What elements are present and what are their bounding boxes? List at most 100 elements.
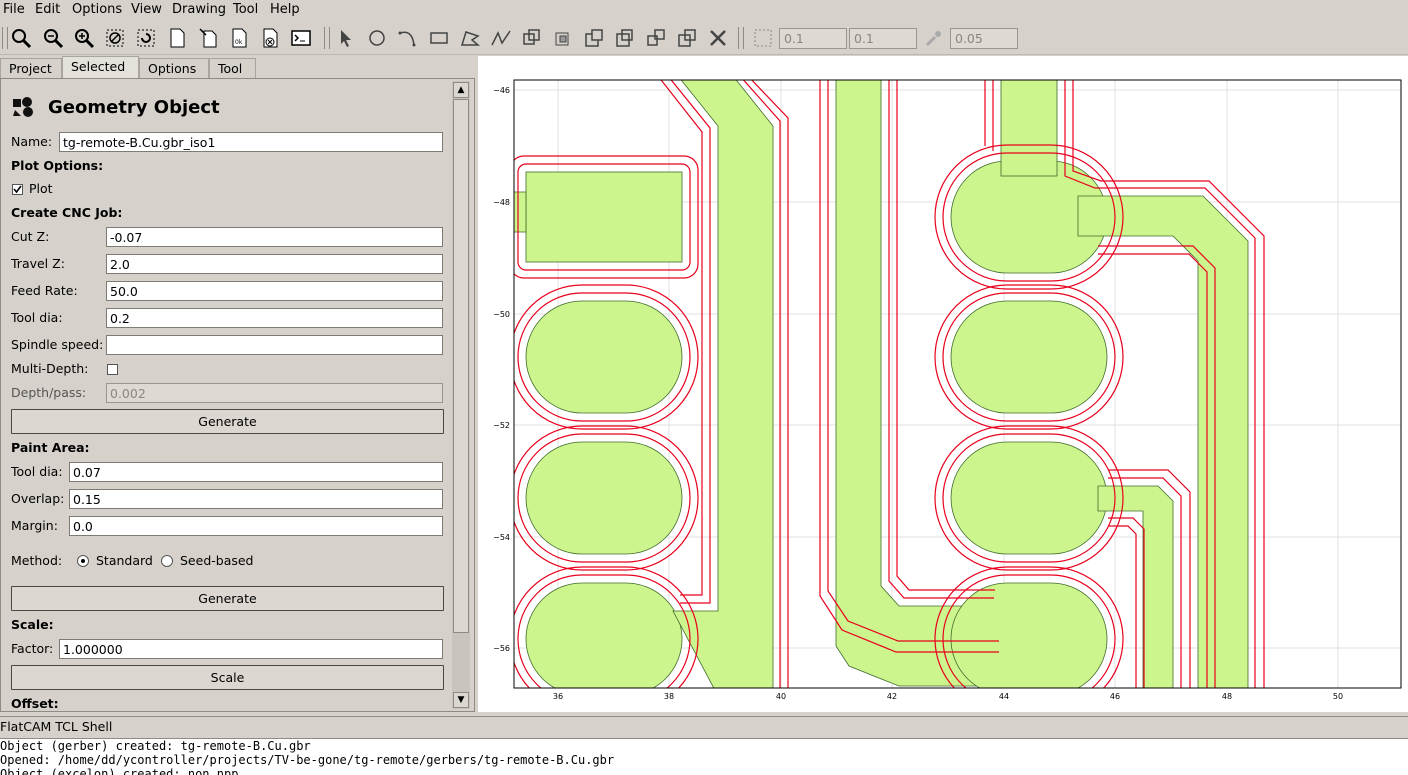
overlap-label: Overlap: — [11, 491, 65, 506]
y-tick-label: −52 — [493, 421, 510, 430]
move-icon[interactable] — [674, 25, 700, 51]
zoom-in-icon[interactable] — [71, 25, 97, 51]
copper-trace — [1000, 80, 1058, 177]
depth-pass-label: Depth/pass: — [11, 385, 87, 400]
cut-shape-icon[interactable] — [612, 25, 638, 51]
snap-corner-icon[interactable] — [921, 25, 947, 51]
feed-rate-field[interactable]: 50.0 — [106, 281, 443, 301]
overlap-field[interactable]: 0.15 — [69, 489, 443, 509]
grid-x-input[interactable] — [779, 28, 847, 49]
polygon-tool-icon[interactable] — [457, 25, 483, 51]
tab-selected[interactable]: Selected — [62, 56, 139, 78]
plot-checkbox[interactable] — [12, 184, 23, 195]
scale-button[interactable]: Scale — [11, 665, 444, 690]
menu-tool[interactable]: Tool — [233, 2, 258, 17]
method-standard-radio[interactable] — [77, 555, 89, 567]
arc-tool-icon[interactable] — [395, 25, 421, 51]
menu-edit[interactable]: Edit — [35, 2, 60, 17]
plot-canvas[interactable]: 36 38 40 42 44 46 48 50 −46 −48 −50 −52 … — [478, 56, 1408, 712]
buffer-icon[interactable] — [643, 25, 669, 51]
x-tick-label: 42 — [887, 692, 897, 701]
replot-icon[interactable] — [133, 25, 159, 51]
generate-paint-button[interactable]: Generate — [11, 586, 444, 611]
x-tick-label: 48 — [1222, 692, 1232, 701]
x-tick-label: 36 — [553, 692, 563, 701]
scroll-up-icon[interactable]: ▲ — [453, 82, 469, 98]
menu-drawing[interactable]: Drawing — [172, 2, 226, 17]
svg-text:0k: 0k — [235, 39, 243, 46]
offset-heading: Offset: — [11, 696, 59, 709]
cutz-label: Cut Z: — [11, 229, 50, 244]
intersection-icon[interactable] — [550, 25, 576, 51]
paint-area-heading: Paint Area: — [11, 440, 90, 455]
cutz-field[interactable]: -0.07 — [106, 227, 443, 247]
zoom-out-icon[interactable] — [40, 25, 66, 51]
tab-tool[interactable]: Tool — [209, 58, 256, 78]
tab-project[interactable]: Project — [0, 58, 62, 78]
name-field[interactable]: tg-remote-B.Cu.gbr_iso1 — [59, 132, 443, 152]
menu-options[interactable]: Options — [72, 2, 122, 17]
zoom-fit-icon[interactable] — [8, 25, 34, 51]
paint-tool-dia-label: Tool dia: — [11, 464, 63, 479]
paint-tool-dia-field[interactable]: 0.07 — [69, 462, 443, 482]
plot-options-heading: Plot Options: — [11, 158, 104, 173]
toolbar: 0k — [0, 21, 1408, 55]
scroll-thumb[interactable] — [453, 99, 469, 633]
menu-help[interactable]: Help — [270, 2, 300, 17]
snap-grid-icon[interactable] — [750, 25, 776, 51]
margin-field[interactable]: 0.0 — [69, 516, 443, 536]
y-tick-label: −50 — [493, 310, 510, 319]
x-tick-label: 46 — [1110, 692, 1120, 701]
copper-pad-oval — [950, 582, 1108, 688]
generate-cnc-button[interactable]: Generate — [11, 409, 444, 434]
selected-panel: Geometry Object Name: tg-remote-B.Cu.gbr… — [0, 78, 475, 712]
snap-max-input[interactable] — [950, 28, 1018, 49]
tool-dia-field[interactable]: 0.2 — [106, 308, 443, 328]
travelz-field[interactable]: 2.0 — [106, 254, 443, 274]
method-seed-radio[interactable] — [161, 555, 173, 567]
shell-icon[interactable] — [288, 25, 314, 51]
scroll-down-icon[interactable]: ▼ — [453, 692, 469, 708]
x-tick-label: 50 — [1333, 692, 1343, 701]
copper-pad-oval — [525, 441, 683, 555]
new-geometry-icon[interactable] — [195, 25, 221, 51]
delete-shape-icon[interactable] — [705, 25, 731, 51]
y-tick-label: −48 — [493, 198, 510, 207]
spindle-speed-field[interactable] — [106, 335, 443, 355]
multi-depth-label: Multi-Depth: — [11, 361, 89, 376]
clear-plot-icon[interactable] — [102, 25, 128, 51]
select-arrow-icon[interactable] — [333, 25, 359, 51]
scale-heading: Scale: — [11, 617, 54, 632]
method-label: Method: — [11, 553, 63, 568]
panel-scrollbar[interactable]: ▲ ▼ — [452, 81, 470, 709]
copper-trace — [514, 191, 527, 233]
new-file-icon[interactable] — [164, 25, 190, 51]
shell-title: FlatCAM TCL Shell — [0, 719, 1408, 737]
x-tick-label: 44 — [999, 692, 1009, 701]
menu-view[interactable]: View — [131, 2, 162, 17]
name-label: Name: — [11, 134, 53, 149]
subtract-icon[interactable] — [581, 25, 607, 51]
depth-pass-field[interactable]: 0.002 — [106, 383, 443, 403]
create-cnc-heading: Create CNC Job: — [11, 205, 123, 220]
shell-line: Opened: /home/dd/ycontroller/projects/TV… — [0, 753, 615, 767]
grid-y-input[interactable] — [849, 28, 917, 49]
copper-pad-rect — [525, 171, 683, 263]
splitter-handle[interactable] — [0, 712, 1408, 717]
x-tick-label: 38 — [664, 692, 674, 701]
copper-pad-oval — [950, 300, 1108, 414]
tab-options[interactable]: Options — [139, 58, 209, 78]
multi-depth-checkbox[interactable] — [107, 364, 118, 375]
ok-file-icon[interactable]: 0k — [226, 25, 252, 51]
tcl-shell-output[interactable]: Object (gerber) created: tg-remote-B.Cu.… — [0, 738, 1408, 775]
rectangle-tool-icon[interactable] — [426, 25, 452, 51]
factor-field[interactable]: 1.000000 — [59, 639, 443, 659]
path-tool-icon[interactable] — [488, 25, 514, 51]
circle-tool-icon[interactable] — [364, 25, 390, 51]
delete-object-icon[interactable] — [257, 25, 283, 51]
travelz-label: Travel Z: — [11, 256, 65, 271]
menu-file[interactable]: File — [3, 2, 25, 17]
panel-title: Geometry Object — [48, 97, 220, 118]
union-icon[interactable] — [519, 25, 545, 51]
geometry-icon — [11, 96, 35, 118]
